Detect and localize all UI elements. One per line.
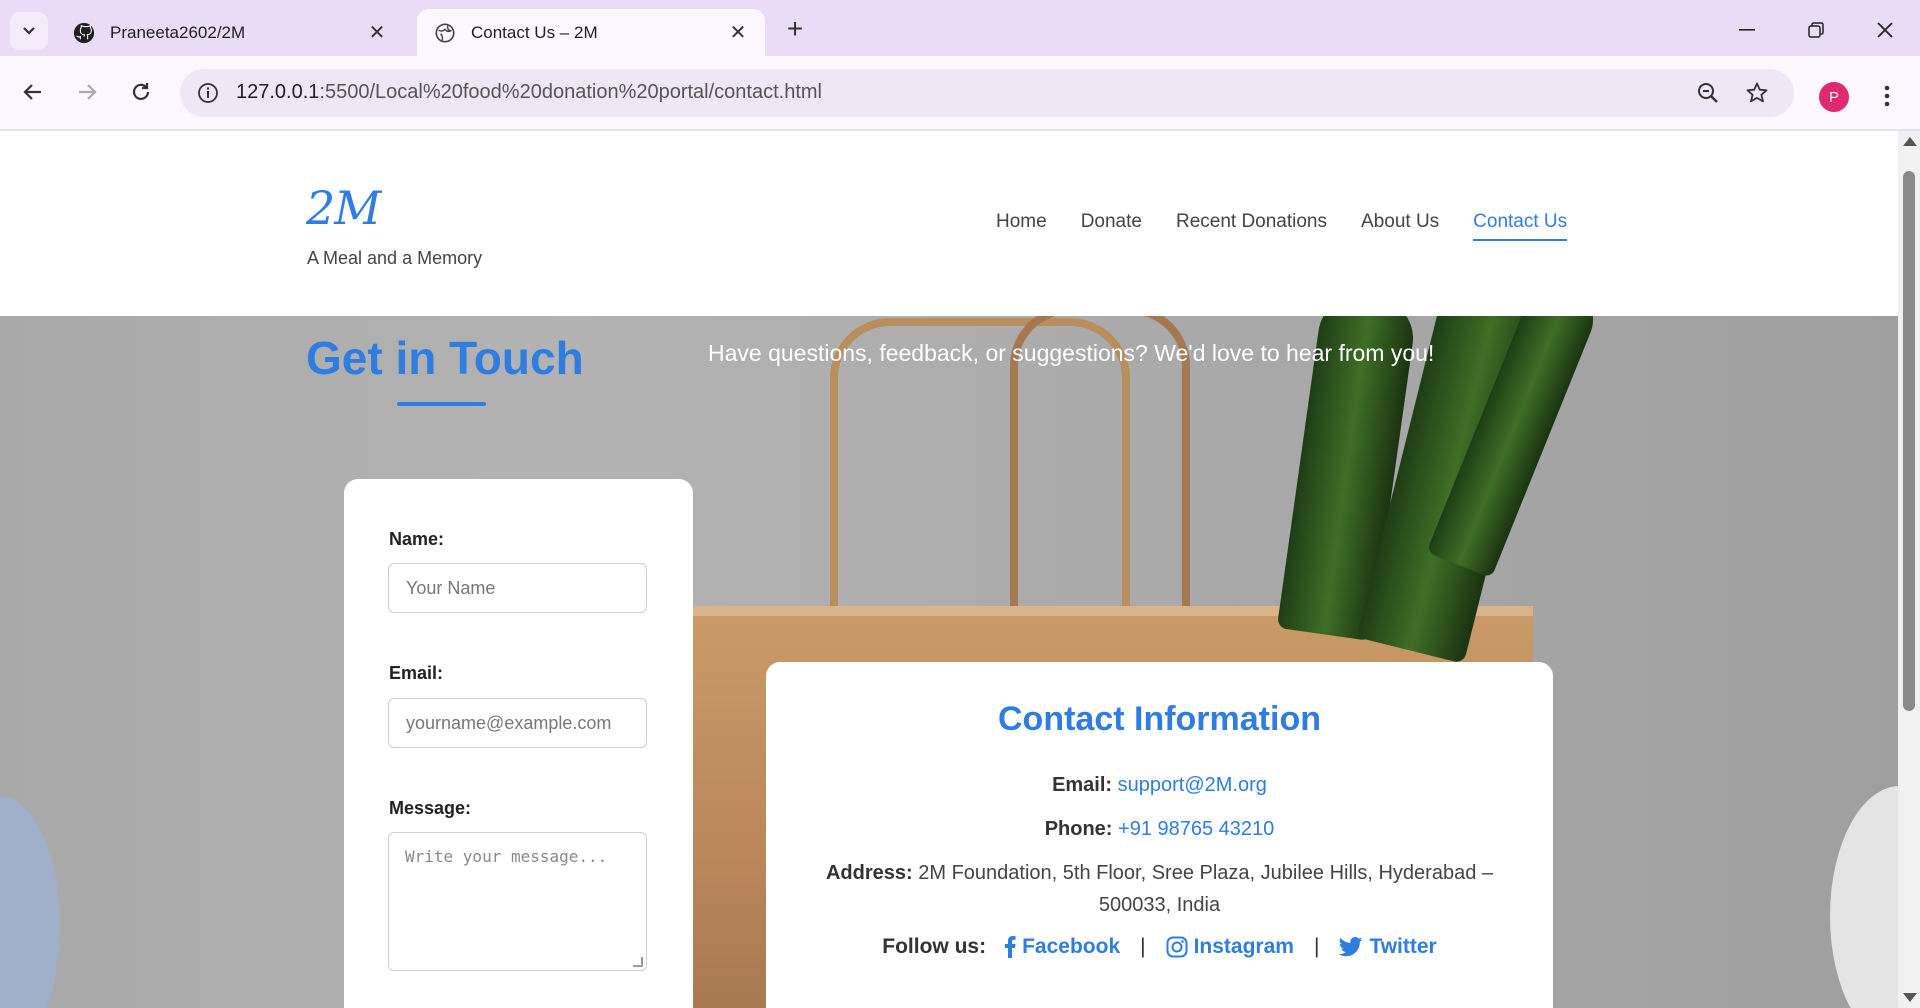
contact-info-title: Contact Information bbox=[998, 700, 1321, 738]
close-window-icon[interactable] bbox=[1862, 10, 1908, 50]
tab-title: Contact Us – 2M bbox=[471, 22, 598, 42]
zoom-icon[interactable] bbox=[1694, 79, 1722, 107]
more-menu-icon[interactable] bbox=[1872, 78, 1902, 114]
site-info-icon[interactable] bbox=[194, 79, 222, 107]
nav-about-us[interactable]: About Us bbox=[1361, 211, 1439, 241]
forward-icon[interactable] bbox=[67, 72, 107, 112]
nav-home[interactable]: Home bbox=[996, 211, 1047, 241]
facebook-label: Facebook bbox=[1022, 935, 1121, 958]
site-logo[interactable]: 2M bbox=[306, 181, 381, 235]
tab-search-button[interactable] bbox=[10, 12, 48, 50]
bookmark-star-icon[interactable] bbox=[1743, 79, 1771, 107]
follow-label: Follow us: bbox=[882, 935, 987, 958]
message-label: Message: bbox=[389, 798, 472, 818]
contact-form: Name: Your Name Email: yourname@example.… bbox=[344, 479, 693, 1008]
restore-icon[interactable] bbox=[1793, 10, 1839, 50]
message-placeholder: Write your message... bbox=[405, 847, 608, 866]
contact-address-row: Address: 2M Foundation, 5th Floor, Sree … bbox=[766, 862, 1553, 885]
new-tab-icon[interactable]: + bbox=[780, 13, 810, 44]
site-header: 2M A Meal and a Memory Home Donate Recen… bbox=[0, 131, 1898, 316]
close-tab-icon[interactable]: ✕ bbox=[727, 22, 749, 44]
tab-github[interactable]: Praneeta2602/2M ✕ bbox=[56, 9, 404, 56]
nav-donate[interactable]: Donate bbox=[1081, 211, 1142, 241]
browser-tab-bar: Praneeta2602/2M ✕ Contact Us – 2M ✕ + bbox=[0, 0, 1920, 56]
hero-section: Get in Touch Have questions, feedback, o… bbox=[0, 316, 1898, 1008]
address-line-1: 2M Foundation, 5th Floor, Sree Plaza, Ju… bbox=[918, 862, 1494, 884]
main-nav: Home Donate Recent Donations About Us Co… bbox=[996, 211, 1568, 241]
twitter-label: Twitter bbox=[1369, 935, 1437, 958]
page-viewport: 2M A Meal and a Memory Home Donate Recen… bbox=[0, 131, 1898, 1008]
chevron-down-icon bbox=[23, 27, 35, 35]
address-bar[interactable]: 127.0.0.1:5500/Local%20food%20donation%2… bbox=[180, 69, 1794, 117]
message-textarea[interactable]: Write your message... bbox=[388, 832, 647, 971]
address-label: Address: bbox=[825, 862, 913, 884]
tab-contact[interactable]: Contact Us – 2M ✕ bbox=[417, 9, 765, 56]
site-tagline: A Meal and a Memory bbox=[307, 248, 483, 268]
email-label: Email: bbox=[1052, 774, 1113, 796]
nav-recent-donations[interactable]: Recent Donations bbox=[1176, 211, 1327, 241]
scrollbar-thumb[interactable] bbox=[1903, 171, 1915, 711]
contact-email-row: Email: support@2M.org bbox=[766, 774, 1553, 797]
address-line-2: 500033, India bbox=[1098, 894, 1221, 916]
resize-handle-icon[interactable] bbox=[633, 957, 643, 967]
email-label: Email: bbox=[389, 663, 444, 683]
instagram-label: Instagram bbox=[1193, 935, 1294, 958]
minimize-icon[interactable] bbox=[1724, 10, 1770, 50]
instagram-icon bbox=[1166, 936, 1188, 958]
email-input[interactable]: yourname@example.com bbox=[388, 698, 647, 748]
profile-avatar[interactable]: P bbox=[1819, 82, 1849, 112]
twitter-icon bbox=[1339, 937, 1363, 957]
globe-icon bbox=[433, 21, 457, 45]
page-title: Get in Touch bbox=[306, 332, 584, 384]
reload-icon[interactable] bbox=[121, 72, 161, 112]
scroll-down-arrow-icon[interactable] bbox=[1903, 993, 1917, 1002]
instagram-link[interactable]: Instagram bbox=[1166, 935, 1294, 959]
contact-address-row-2: 500033, India bbox=[766, 894, 1553, 917]
github-icon bbox=[72, 21, 96, 45]
facebook-icon bbox=[1005, 936, 1016, 958]
page-subtitle: Have questions, feedback, or suggestions… bbox=[708, 340, 1435, 366]
phone-label: Phone: bbox=[1044, 818, 1113, 840]
title-underline bbox=[397, 402, 486, 406]
separator: | bbox=[1140, 935, 1146, 958]
contact-phone-row: Phone: +91 98765 43210 bbox=[766, 818, 1553, 841]
email-placeholder: yourname@example.com bbox=[406, 712, 612, 733]
background-decoration bbox=[1830, 786, 1898, 1008]
url-host: 127.0.0.1 bbox=[236, 81, 320, 103]
name-placeholder: Your Name bbox=[406, 577, 496, 598]
browser-toolbar: 127.0.0.1:5500/Local%20food%20donation%2… bbox=[0, 56, 1920, 130]
close-tab-icon[interactable]: ✕ bbox=[366, 22, 388, 44]
tab-title: Praneeta2602/2M bbox=[110, 22, 246, 42]
scroll-up-arrow-icon[interactable] bbox=[1903, 137, 1917, 146]
social-links: Follow us: Facebook | Instagram | Twitte… bbox=[766, 935, 1553, 959]
phone-link[interactable]: +91 98765 43210 bbox=[1118, 818, 1274, 840]
url-path: :5500/Local%20food%20donation%20portal/c… bbox=[319, 81, 822, 103]
page-scrollbar[interactable] bbox=[1898, 131, 1920, 1008]
nav-contact-us[interactable]: Contact Us bbox=[1473, 211, 1568, 241]
twitter-link[interactable]: Twitter bbox=[1339, 935, 1437, 959]
name-input[interactable]: Your Name bbox=[388, 563, 647, 613]
background-decoration bbox=[0, 796, 60, 1008]
contact-info-card: Contact Information Email: support@2M.or… bbox=[766, 662, 1553, 1008]
name-label: Name: bbox=[389, 529, 445, 549]
separator: | bbox=[1313, 935, 1320, 958]
facebook-link[interactable]: Facebook bbox=[1004, 935, 1120, 959]
email-link[interactable]: support@2M.org bbox=[1118, 774, 1267, 796]
url-text[interactable]: 127.0.0.1:5500/Local%20food%20donation%2… bbox=[236, 81, 822, 104]
back-icon[interactable] bbox=[13, 72, 53, 112]
